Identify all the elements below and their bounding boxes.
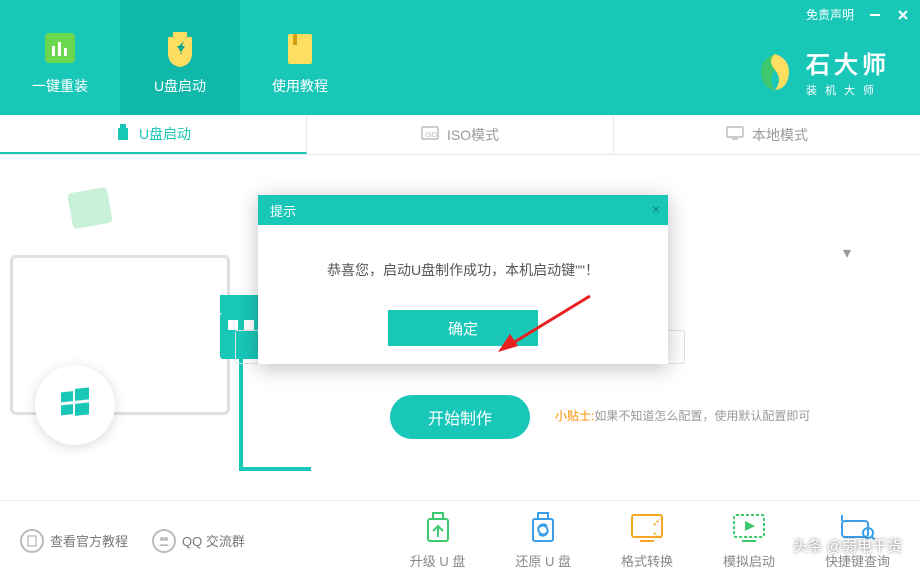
tab-label: 本地模式 [752,125,808,145]
people-icon [152,529,176,553]
brand-title: 石大师 [806,45,890,80]
action-icon [628,511,666,545]
success-modal: 提示 × 恭喜您，启动U盘制作成功，本机启动键""！ 确定 [258,195,668,364]
footer: 查看官方教程 QQ 交流群 升级 U 盘还原 U 盘格式转换模拟启动快捷键查询 [0,500,920,580]
qq-group-link[interactable]: QQ 交流群 [152,529,245,553]
action-icon [524,511,562,545]
nav-usb-boot[interactable]: U盘启动 [120,0,240,115]
svg-text:ISO: ISO [425,132,438,139]
brand: 石大师 装机大师 [754,45,890,98]
windows-badge [35,365,115,445]
tip-text: 小贴士:如果不知道怎么配置，使用默认配置即可 [555,407,810,424]
brand-logo-icon [754,51,796,93]
annotation-arrow-icon [490,290,600,360]
dropdown-caret-icon[interactable]: ▾ [834,240,860,266]
action-0[interactable]: 升级 U 盘 [410,511,466,570]
action-2[interactable]: 格式转换 [621,511,673,570]
disclaimer-link[interactable]: 免责声明 [806,6,854,23]
usb-shield-icon [160,28,200,68]
iso-icon: ISO [421,125,439,144]
monitor-icon [726,125,744,144]
action-icon [419,511,457,545]
action-label: 升级 U 盘 [410,551,466,570]
mode-tabs: U盘启动 ISO ISO模式 本地模式 [0,115,920,155]
bar-chart-icon [40,28,80,68]
close-button[interactable] [896,8,910,22]
modal-close-button[interactable]: × [652,201,660,217]
start-button[interactable]: 开始制作 [390,395,530,439]
modal-header: 提示 × [258,195,668,225]
action-icon [730,511,768,545]
tab-usb-boot[interactable]: U盘启动 [0,115,307,154]
tab-label: ISO模式 [447,125,499,145]
tip-label: 小贴士: [555,409,594,423]
modal-message: 恭喜您，启动U盘制作成功，本机启动键""！ [258,225,668,310]
link-label: 查看官方教程 [50,531,128,550]
nav-label: U盘启动 [154,76,206,96]
modal-title: 提示 [270,201,296,220]
nav-label: 一键重装 [32,76,88,96]
link-label: QQ 交流群 [182,531,245,550]
brand-subtitle: 装机大师 [806,82,890,98]
header: 一键重装 U盘启动 使用教程 免责声明 石大师 装机大师 [0,0,920,115]
tab-iso[interactable]: ISO ISO模式 [307,115,614,154]
tab-local[interactable]: 本地模式 [614,115,920,154]
usb-icon [115,123,131,144]
nav-tutorial[interactable]: 使用教程 [240,0,360,115]
decor-tile [67,187,113,229]
book-icon [280,28,320,68]
watermark: 头条 @弱电干货 [793,535,902,556]
nav-reinstall[interactable]: 一键重装 [0,0,120,115]
action-label: 还原 U 盘 [515,551,571,570]
action-label: 模拟启动 [723,551,775,570]
action-label: 格式转换 [621,551,673,570]
action-1[interactable]: 还原 U 盘 [515,511,571,570]
nav-label: 使用教程 [272,76,328,96]
book-small-icon [20,529,44,553]
minimize-button[interactable] [868,8,882,22]
tip-content: 如果不知道怎么配置，使用默认配置即可 [594,409,810,423]
action-3[interactable]: 模拟启动 [723,511,775,570]
official-tutorial-link[interactable]: 查看官方教程 [20,529,128,553]
tab-label: U盘启动 [139,124,191,144]
window-controls: 免责声明 [806,6,910,23]
